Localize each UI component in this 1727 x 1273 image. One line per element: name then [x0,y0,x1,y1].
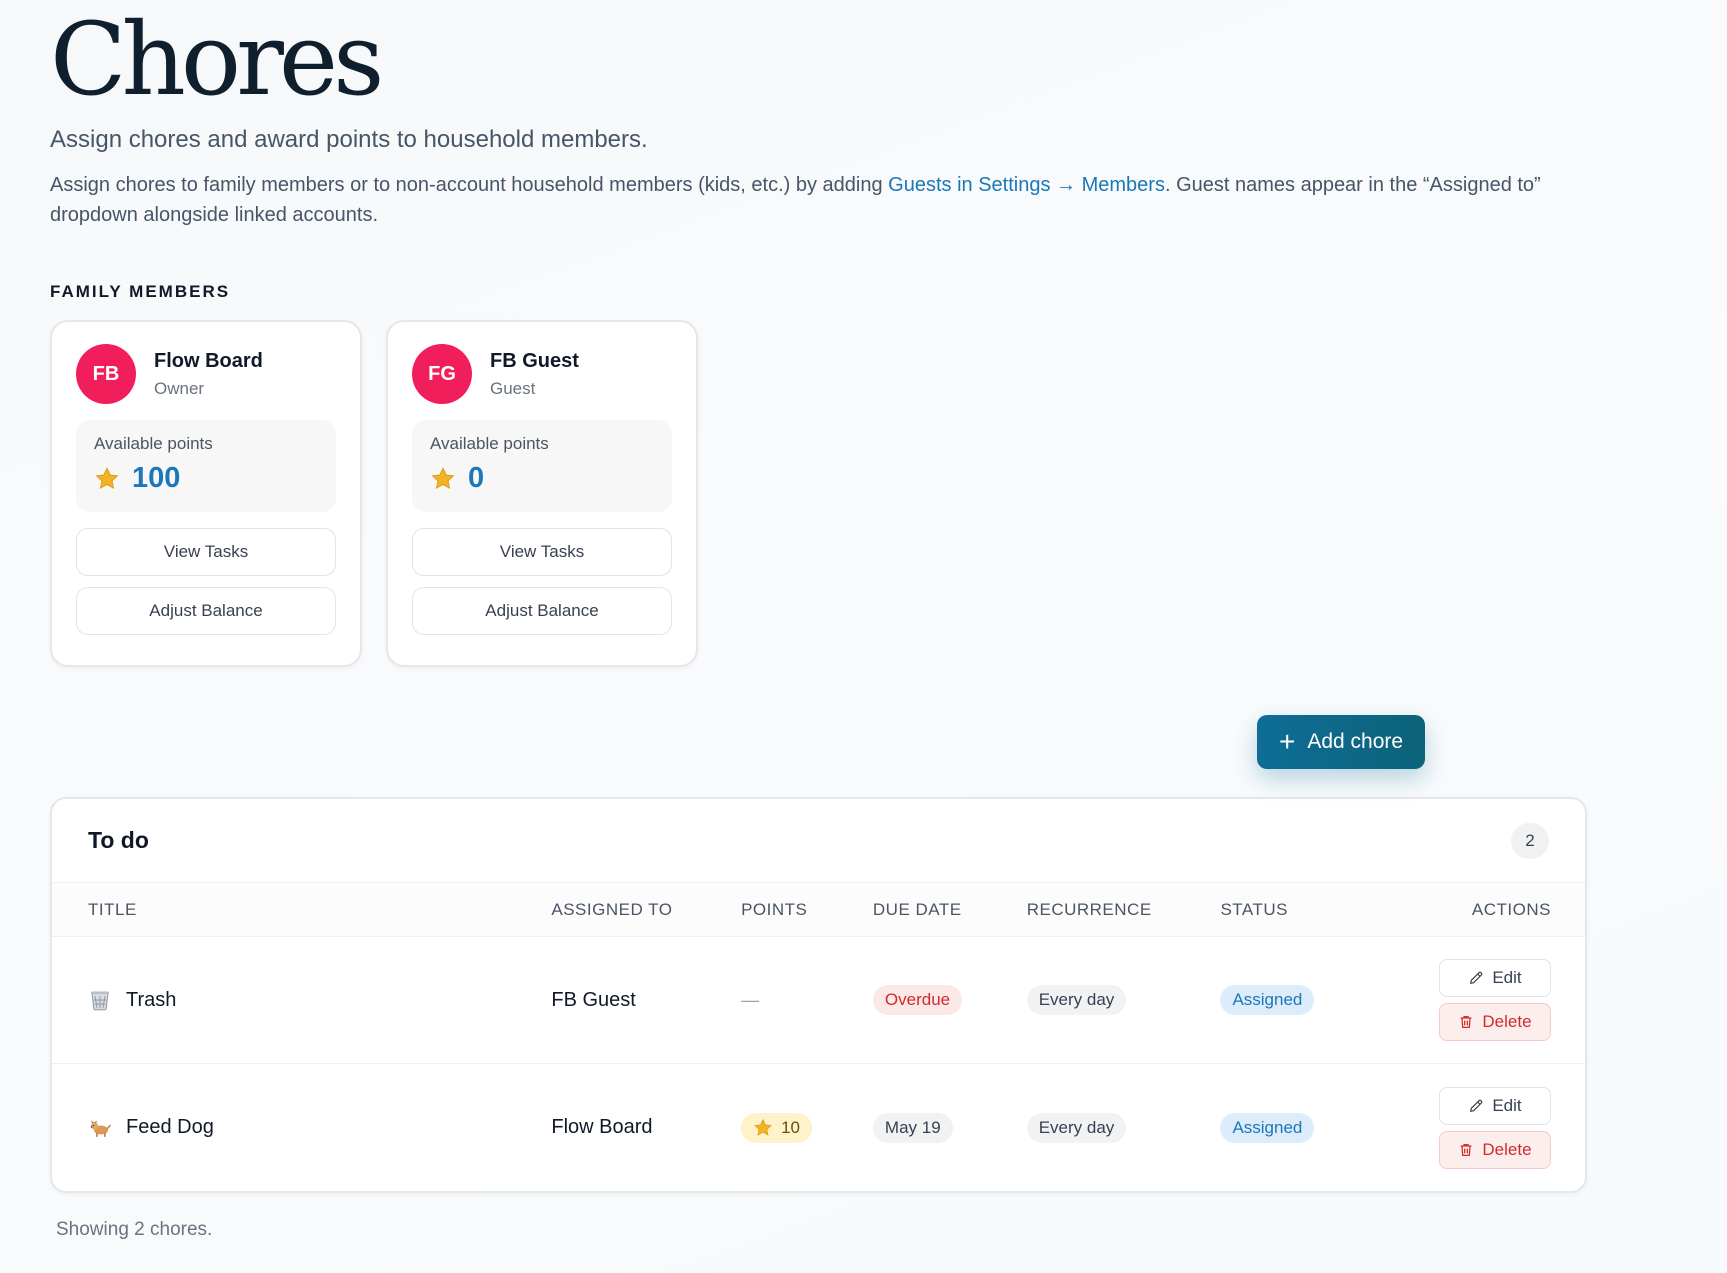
edit-label: Edit [1492,968,1522,987]
plus-icon: + [1278,726,1296,757]
page-subtitle: Assign chores and award points to househ… [50,126,648,153]
recurrence-badge: Every day [1026,1112,1127,1143]
pencil-icon [1468,970,1484,986]
todo-card: To do 2 TITLE ASSIGNED TO POINTS DUE DAT… [50,797,1587,1193]
chore-title: Feed Dog [88,1116,551,1140]
avatar: FB [76,344,136,404]
view-tasks-button[interactable]: View Tasks [412,528,672,576]
status-cell: Assigned [1220,985,1388,1015]
status-badge: Assigned [1220,985,1315,1015]
todo-title: To do [88,827,149,853]
trash-icon [1458,1014,1474,1030]
member-role: Guest [490,378,536,398]
edit-button[interactable]: Edit [1438,1086,1551,1125]
due-date-cell: May 19 [872,1112,1027,1143]
points-badge: 10 [741,1112,813,1143]
recurrence-cell: Every day [1026,985,1221,1015]
count-badge: 2 [1511,822,1549,859]
points-badge-value: 10 [781,1117,801,1137]
chore-title-text: Feed Dog [126,1116,214,1138]
column-header-recurrence: RECURRENCE [1026,899,1152,919]
add-chore-button[interactable]: + Add chore [1257,715,1425,769]
column-header-actions: ACTIONS [1471,899,1551,919]
points-row: 100 [94,462,318,495]
member-card: FB Flow Board Owner Available points 100… [50,320,362,667]
adjust-balance-button[interactable]: Adjust Balance [412,587,672,635]
title-cell: Trash [52,988,551,1012]
star-icon [430,466,456,492]
points-value: 0 [468,462,485,494]
member-role: Owner [154,378,205,398]
recurrence-badge: Every day [1026,985,1127,1015]
due-date-badge: May 19 [872,1112,953,1143]
points-box: Available points 0 [412,420,672,512]
toolbar: + Add chore [50,667,1590,797]
column-header-title: TITLE [88,899,137,919]
todo-header: To do 2 [52,799,1585,883]
table-row: Trash FB Guest — Overdue Every day Assig… [52,937,1585,1064]
adjust-balance-button[interactable]: Adjust Balance [76,587,336,635]
wastebasket-icon [88,988,112,1012]
column-header-assigned-to: ASSIGNED TO [551,899,673,919]
dog-icon [88,1116,112,1140]
overdue-badge: Overdue [872,985,963,1015]
table-header: TITLE ASSIGNED TO POINTS DUE DATE RECURR… [52,883,1585,937]
delete-label: Delete [1482,1139,1532,1159]
status-badge: Assigned [1220,1112,1315,1143]
page-title: Chores [50,1,384,118]
points-box: Available points 100 [76,420,336,512]
pencil-icon [1468,1098,1484,1114]
column-header-due-date: DUE DATE [872,899,962,919]
member-header: FB Flow Board Owner [76,344,336,404]
family-members-list: FB Flow Board Owner Available points 100… [50,320,1590,667]
delete-button[interactable]: Delete [1438,1130,1551,1169]
chore-title: Trash [88,988,551,1012]
member-info: Flow Board Owner [154,350,263,399]
delete-label: Delete [1482,1012,1532,1031]
status-cell: Assigned [1220,1112,1388,1143]
column-header-status: STATUS [1220,899,1288,919]
view-tasks-button[interactable]: View Tasks [76,528,336,576]
intro-text-start: Assign chores to family members or to no… [50,174,889,196]
assigned-to-cell: Flow Board [551,1116,653,1138]
intro-text: Assign chores to family members or to no… [50,170,1590,230]
star-icon [753,1118,773,1138]
actions-cell: Edit Delete [1388,1086,1585,1169]
title-cell: Feed Dog [52,1116,551,1140]
member-header: FG FB Guest Guest [412,344,672,404]
actions-cell: Edit Delete [1388,959,1585,1041]
column-header-points: POINTS [741,899,808,919]
guests-settings-link[interactable]: Guests in Settings → Members [888,174,1165,196]
edit-button[interactable]: Edit [1438,959,1551,997]
points-row: 0 [430,462,654,495]
points-label: Available points [430,434,549,453]
member-name: Flow Board [154,349,263,372]
points-empty: — [741,989,760,1010]
chores-count-note: Showing 2 chores. [56,1219,213,1240]
avatar: FG [412,344,472,404]
assigned-to-cell: FB Guest [551,988,636,1011]
edit-label: Edit [1492,1095,1522,1115]
chores-page: Chores Assign chores and award points to… [50,0,1590,1241]
chore-title-text: Trash [126,988,177,1011]
due-date-cell: Overdue [872,985,1027,1015]
points-value: 100 [132,462,181,494]
recurrence-cell: Every day [1026,1112,1221,1143]
star-icon [94,466,120,492]
points-cell: — [741,990,873,1011]
table-row: Feed Dog Flow Board 10 May 19 Every day … [52,1064,1585,1191]
points-cell: 10 [741,1112,873,1143]
member-name: FB Guest [490,349,579,372]
member-info: FB Guest Guest [490,350,579,399]
family-members-heading: FAMILY MEMBERS [50,282,231,301]
add-chore-label: Add chore [1307,730,1404,753]
member-card: FG FB Guest Guest Available points 0 Vie… [386,320,698,667]
points-label: Available points [94,434,213,453]
delete-button[interactable]: Delete [1438,1003,1551,1041]
trash-icon [1458,1142,1474,1158]
